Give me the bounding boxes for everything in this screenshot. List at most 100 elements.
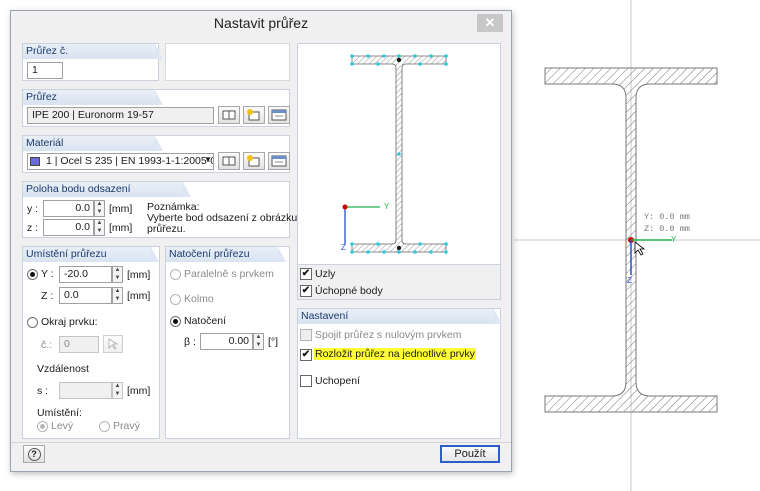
rotation-label: Natočení — [184, 315, 227, 327]
new-item-icon — [247, 109, 260, 121]
parallel-label: Paralelně s prvkem — [184, 268, 274, 280]
cross-section-no-panel: Průřez č. 1 — [22, 43, 163, 81]
nodes-checkbox[interactable]: ✔ — [300, 268, 312, 280]
new-item-icon — [247, 155, 260, 167]
book-icon — [222, 110, 236, 120]
right-radio[interactable] — [99, 421, 110, 432]
canvas-axis-z-label: Z — [627, 276, 632, 285]
preview-panel: Y Z ✔ Uzly ✔ Úchopné body — [297, 43, 501, 300]
preview-axis-z-label: Z — [341, 243, 346, 252]
distance-s-unit: [mm] — [127, 385, 151, 397]
offset-y-spinner[interactable]: ▲ ▼ — [94, 200, 105, 217]
material-select[interactable]: 1 | Ocel S 235 | EN 1993-1-1:2005-05 — [27, 153, 214, 170]
beta-spinner[interactable]: ▲ ▼ — [253, 333, 264, 350]
rotation-panel: Natočení průřezu Paralelně s prvkem Kolm… — [165, 246, 290, 439]
split-section-checkbox[interactable]: ✔ — [300, 349, 312, 361]
close-button[interactable]: ✕ — [477, 14, 503, 32]
offset-y-label: y : — [27, 203, 39, 215]
help-button[interactable]: ? — [23, 445, 45, 463]
offset-point-header: Poloha bodu odsazení — [23, 182, 191, 197]
note-line-2: průřezu. — [147, 223, 186, 235]
placement-yz-radio[interactable] — [27, 269, 38, 280]
set-cross-section-dialog: Nastavit průřez ✕ Průřez č. 1 Průřez IPE… — [10, 10, 512, 472]
distance-s-label: s : — [37, 385, 49, 397]
left-label: Levý — [51, 420, 74, 432]
distance-label: Vzdálenost — [37, 363, 89, 375]
dialog-title: Nastavit průřez — [11, 11, 511, 37]
placement-Y-spinner[interactable]: ▲ ▼ — [112, 266, 123, 283]
member-no-input[interactable]: 0 — [59, 336, 99, 353]
perpendicular-radio[interactable] — [170, 294, 181, 305]
offset-z-unit: [mm] — [109, 222, 133, 234]
coordinate-y-readout: Y: 0.0 mm — [644, 212, 690, 222]
placement-Y-unit: [mm] — [127, 269, 151, 281]
offset-z-spinner[interactable]: ▲ ▼ — [94, 219, 105, 236]
snapping-checkbox[interactable] — [300, 375, 312, 387]
offset-y-input[interactable]: 0.0 — [43, 200, 94, 217]
library-button[interactable] — [218, 106, 240, 124]
perpendicular-label: Kolmo — [184, 293, 214, 305]
position-label: Umístění: — [37, 407, 82, 419]
snap-points-label: Úchopné body — [315, 285, 383, 297]
edit-section-button[interactable] — [268, 106, 290, 124]
member-edge-radio[interactable] — [27, 317, 38, 328]
footer-divider — [11, 442, 511, 443]
nodes-label: Uzly — [315, 268, 336, 280]
rotation-radio[interactable] — [170, 316, 181, 327]
material-text: 1 | Ocel S 235 | EN 1993-1-1:2005-05 — [46, 155, 214, 167]
beta-label: β : — [184, 336, 196, 348]
offset-y-unit: [mm] — [109, 203, 133, 215]
settings-panel: Nastavení Spojit průřez s nulovým prvkem… — [297, 308, 502, 439]
parallel-radio[interactable] — [170, 269, 181, 280]
snap-point-bottom — [396, 245, 402, 251]
material-panel: Materiál 1 | Ocel S 235 | EN 1993-1-1:20… — [22, 135, 290, 173]
material-color-swatch — [30, 157, 40, 166]
placement-Z-label: Z : — [41, 290, 54, 302]
left-radio[interactable] — [37, 421, 48, 432]
cross-section-preview[interactable] — [298, 44, 500, 264]
apply-button[interactable]: Použít — [440, 445, 500, 463]
material-library-button[interactable] — [218, 152, 240, 170]
edit-dialog-icon — [271, 109, 287, 121]
pick-member-button[interactable] — [103, 335, 123, 353]
split-section-label: Rozložit průřez na jednotlivé prvky — [314, 348, 476, 360]
snapping-label: Uchopení — [315, 375, 360, 387]
beta-input[interactable]: 0.00 — [200, 333, 253, 350]
placement-Z-spinner[interactable]: ▲ ▼ — [112, 287, 123, 304]
cross-section-header: Průřez — [23, 90, 163, 105]
pick-pointer-icon — [108, 338, 119, 350]
cross-section-field[interactable]: IPE 200 | Euronorm 19-57 — [27, 107, 214, 124]
material-header: Materiál — [23, 136, 163, 151]
placement-panel: Umístění průřezu Y : -20.0 ▲ ▼ [mm] Z : 0… — [22, 246, 160, 439]
mouse-cursor-icon — [634, 241, 646, 256]
distance-s-spinner[interactable]: ▲ ▼ — [112, 382, 123, 399]
placement-Y-label: Y : — [41, 268, 54, 280]
canvas-axis-y-label: Y — [671, 235, 677, 244]
book-icon — [222, 156, 236, 166]
connect-zero-member-label: Spojit průřez s nulovým prvkem — [315, 329, 462, 341]
offset-point-panel: Poloha bodu odsazení y : 0.0 ▲ ▼ [mm] z :… — [22, 181, 297, 238]
new-section-button[interactable] — [243, 106, 265, 124]
snap-point-top — [396, 57, 402, 63]
settings-header: Nastavení — [298, 309, 502, 324]
placement-Z-input[interactable]: 0.0 — [59, 287, 112, 304]
cross-section-panel: Průřez IPE 200 | Euronorm 19-57 — [22, 89, 290, 127]
help-icon: ? — [27, 448, 41, 461]
placement-Z-unit: [mm] — [127, 290, 151, 302]
new-material-button[interactable] — [243, 152, 265, 170]
member-edge-label: Okraj prvku: — [41, 316, 98, 328]
cross-section-no-field[interactable]: 1 — [27, 62, 63, 79]
offset-z-input[interactable]: 0.0 — [43, 219, 94, 236]
chevron-down-icon: ▼ — [204, 155, 212, 164]
coordinate-z-readout: Z: 0.0 mm — [644, 224, 690, 234]
connect-zero-member-checkbox[interactable] — [300, 329, 312, 341]
edit-material-button[interactable] — [268, 152, 290, 170]
placement-Y-input[interactable]: -20.0 — [59, 266, 112, 283]
distance-s-input[interactable] — [59, 382, 112, 399]
right-label: Pravý — [113, 420, 140, 432]
placement-header: Umístění průřezu — [23, 247, 159, 262]
cross-section-no-header: Průřez č. — [23, 44, 163, 59]
beta-unit: [°] — [268, 336, 279, 348]
preview-origin-marker — [342, 204, 348, 210]
snap-points-checkbox[interactable]: ✔ — [300, 285, 312, 297]
